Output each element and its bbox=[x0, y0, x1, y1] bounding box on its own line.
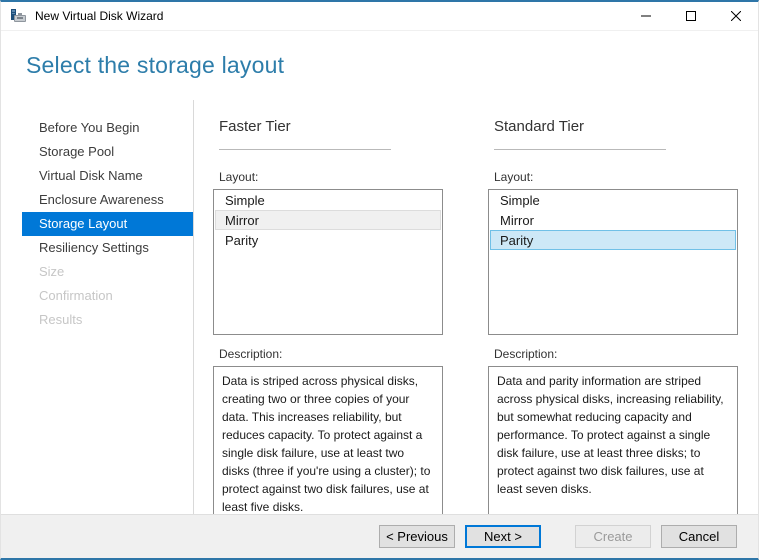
faster-tier-title: Faster Tier bbox=[219, 118, 291, 135]
faster-option-mirror[interactable]: Mirror bbox=[215, 209, 441, 230]
standard-option-simple[interactable]: Simple bbox=[490, 190, 736, 210]
sidebar-item-results: Results bbox=[39, 312, 83, 327]
sidebar-item-virtual-disk-name[interactable]: Virtual Disk Name bbox=[1, 164, 193, 188]
faster-description-label: Description: bbox=[219, 346, 283, 361]
standard-tier-column: Standard Tier Layout: Simple Mirror Pari… bbox=[488, 116, 738, 515]
wizard-app-icon bbox=[11, 8, 27, 24]
create-button: Create bbox=[575, 525, 651, 548]
wizard-window: New Virtual Disk Wizard Select the stora… bbox=[0, 0, 759, 560]
faster-layout-listbox[interactable]: Simple Mirror Parity bbox=[213, 188, 443, 335]
sidebar-item-enclosure-awareness[interactable]: Enclosure Awareness bbox=[1, 188, 193, 212]
sidebar-item-resiliency-settings[interactable]: Resiliency Settings bbox=[1, 236, 193, 260]
wizard-body: Before You Begin Storage Pool Virtual Di… bbox=[1, 100, 758, 515]
close-icon[interactable] bbox=[713, 2, 758, 30]
next-button[interactable]: Next > bbox=[465, 525, 541, 548]
standard-description-box: Data and parity information are striped … bbox=[488, 365, 738, 515]
standard-description-label: Description: bbox=[494, 346, 558, 361]
minimize-icon[interactable] bbox=[623, 2, 668, 30]
faster-option-parity[interactable]: Parity bbox=[215, 230, 441, 250]
sidebar-item-storage-layout[interactable]: Storage Layout bbox=[22, 212, 193, 236]
standard-layout-listbox[interactable]: Simple Mirror Parity bbox=[488, 188, 738, 335]
sidebar-item-storage-pool[interactable]: Storage Pool bbox=[1, 140, 193, 164]
faster-tier-divider bbox=[219, 149, 391, 150]
faster-layout-label: Layout: bbox=[219, 169, 259, 184]
cancel-button[interactable]: Cancel bbox=[661, 525, 737, 548]
standard-option-mirror[interactable]: Mirror bbox=[490, 210, 736, 230]
faster-option-simple[interactable]: Simple bbox=[215, 190, 441, 210]
standard-tier-title: Standard Tier bbox=[494, 118, 585, 135]
title-bar: New Virtual Disk Wizard bbox=[1, 2, 758, 31]
previous-button[interactable]: < Previous bbox=[379, 525, 455, 548]
page-header: Select the storage layout bbox=[1, 31, 758, 100]
standard-layout-label: Layout: bbox=[494, 169, 534, 184]
maximize-icon[interactable] bbox=[668, 2, 713, 30]
faster-description-box: Data is striped across physical disks, c… bbox=[213, 365, 443, 515]
standard-option-parity[interactable]: Parity bbox=[490, 229, 736, 250]
sidebar-item-size: Size bbox=[39, 264, 65, 279]
sidebar-item-confirmation: Confirmation bbox=[39, 288, 113, 303]
page-title: Select the storage layout bbox=[26, 52, 285, 78]
sidebar-item-before-you-begin[interactable]: Before You Begin bbox=[1, 116, 193, 140]
window-controls bbox=[623, 2, 758, 30]
faster-tier-column: Faster Tier Layout: Simple Mirror Parity… bbox=[213, 116, 443, 515]
standard-tier-divider bbox=[494, 149, 666, 150]
wizard-steps-sidebar: Before You Begin Storage Pool Virtual Di… bbox=[1, 100, 194, 515]
window-title: New Virtual Disk Wizard bbox=[35, 9, 164, 23]
storage-layout-panel: Faster Tier Layout: Simple Mirror Parity… bbox=[194, 100, 758, 515]
wizard-footer: < Previous Next > Create Cancel bbox=[1, 514, 758, 558]
